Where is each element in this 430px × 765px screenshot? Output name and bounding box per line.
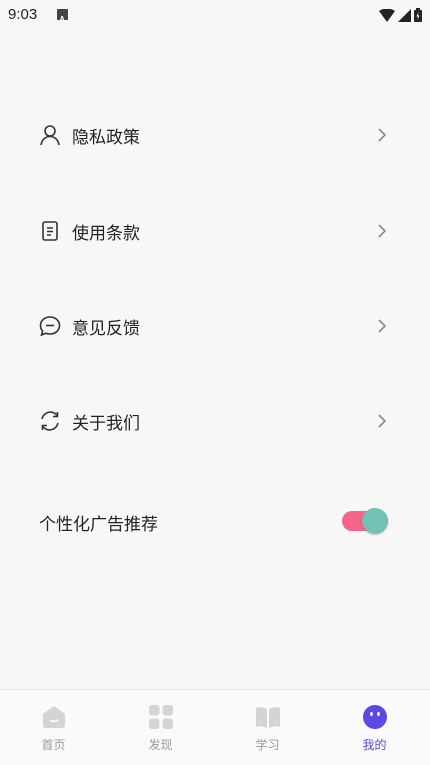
tab-home[interactable]: 首页 bbox=[0, 690, 107, 765]
svg-text:A: A bbox=[59, 15, 65, 24]
tab-label: 学习 bbox=[255, 738, 280, 752]
chat-bubble-icon bbox=[39, 315, 61, 337]
menu-item-label: 关于我们 bbox=[72, 413, 140, 434]
menu-item-label: 意见反馈 bbox=[72, 318, 140, 339]
tab-label: 发现 bbox=[148, 738, 173, 752]
chevron-right-icon bbox=[376, 223, 388, 239]
refresh-icon bbox=[39, 410, 61, 432]
tab-learn[interactable]: 学习 bbox=[214, 690, 321, 765]
chevron-right-icon bbox=[376, 318, 388, 334]
menu-item-label: 隐私政策 bbox=[72, 127, 140, 148]
menu-item-privacy-policy[interactable]: 隐私政策 bbox=[0, 105, 430, 165]
notification-a-icon: A bbox=[57, 9, 68, 24]
document-icon bbox=[39, 220, 61, 242]
person-icon bbox=[39, 124, 61, 146]
status-indicators bbox=[379, 7, 422, 26]
profile-face-icon bbox=[362, 704, 388, 730]
personalized-ads-row: 个性化广告推荐 bbox=[0, 500, 430, 542]
menu-item-terms-of-use[interactable]: 使用条款 bbox=[0, 201, 430, 261]
tab-label: 我的 bbox=[362, 738, 387, 752]
tab-discover[interactable]: 发现 bbox=[107, 690, 214, 765]
menu-item-about-us[interactable]: 关于我们 bbox=[0, 391, 430, 451]
toggle-knob[interactable] bbox=[362, 508, 388, 534]
grid-icon bbox=[148, 704, 174, 730]
tab-label: 首页 bbox=[41, 738, 66, 752]
battery-icon bbox=[414, 7, 422, 26]
status-bar: 9:03 A bbox=[0, 0, 430, 30]
home-icon bbox=[41, 704, 67, 730]
bottom-tab-bar: 首页 发现 学习 我的 bbox=[0, 689, 430, 765]
chevron-right-icon bbox=[376, 413, 388, 429]
chevron-right-icon bbox=[376, 127, 388, 143]
menu-item-label: 使用条款 bbox=[72, 223, 140, 244]
menu-item-feedback[interactable]: 意见反馈 bbox=[0, 296, 430, 356]
status-time: 9:03 bbox=[8, 6, 38, 23]
personalized-ads-label: 个性化广告推荐 bbox=[39, 515, 158, 535]
book-icon bbox=[255, 704, 281, 730]
wifi-icon bbox=[379, 7, 395, 26]
tab-mine[interactable]: 我的 bbox=[321, 690, 428, 765]
signal-icon bbox=[398, 7, 411, 26]
